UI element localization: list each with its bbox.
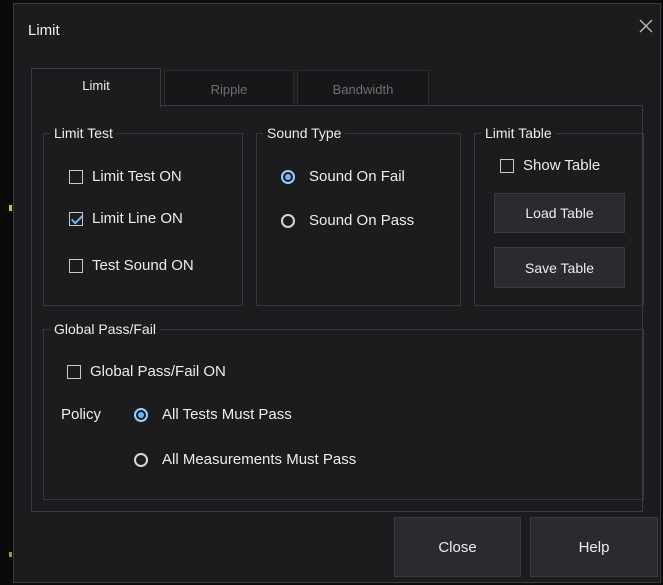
all-tests-must-pass-radio[interactable]: All Tests Must Pass [134,406,292,423]
sound-on-fail-label: Sound On Fail [309,168,405,185]
group-limit-test-legend: Limit Test [54,125,113,141]
sound-on-pass-radio[interactable]: Sound On Pass [281,212,414,229]
group-sound-type-legend: Sound Type [267,125,342,141]
all-measurements-must-pass-radio[interactable]: All Measurements Must Pass [134,451,356,468]
global-pass-fail-on-label: Global Pass/Fail ON [90,363,226,380]
all-measurements-must-pass-label: All Measurements Must Pass [162,451,357,468]
test-sound-on-checkbox[interactable]: Test Sound ON [69,257,194,274]
checkbox-box[interactable] [500,158,514,173]
limit-test-on-checkbox[interactable]: Limit Test ON [69,168,182,185]
checkbox-box[interactable] [67,364,81,379]
sound-on-fail-radio[interactable]: Sound On Fail [281,168,405,185]
sound-on-pass-label: Sound On Pass [309,212,415,229]
close-button[interactable]: Close [394,517,521,577]
all-tests-must-pass-label: All Tests Must Pass [162,406,292,423]
show-table-label: Show Table [523,157,601,174]
radio-button[interactable] [281,169,295,184]
radio-button[interactable] [134,407,148,422]
checkbox-box[interactable] [69,211,83,226]
checkbox-box[interactable] [69,169,83,184]
show-table-checkbox[interactable]: Show Table [500,157,600,174]
checkbox-box[interactable] [69,258,83,273]
tab-content-limit: Limit Test Limit Test ON Limit Line ON T… [31,105,644,512]
tab-limit[interactable]: Limit [31,68,161,107]
limit-test-on-label: Limit Test ON [92,168,182,185]
group-limit-table-legend: Limit Table [485,125,552,141]
save-table-button[interactable]: Save Table [494,247,625,288]
global-pass-fail-on-checkbox[interactable]: Global Pass/Fail ON [67,363,226,380]
help-button[interactable]: Help [530,517,658,577]
test-sound-on-label: Test Sound ON [92,257,194,274]
policy-label: Policy [61,406,102,423]
limit-line-on-checkbox[interactable]: Limit Line ON [69,210,183,227]
group-global-pass-fail-legend: Global Pass/Fail [54,321,156,337]
background-strip [0,0,13,585]
close-icon[interactable] [638,18,654,34]
limit-dialog: Limit Limit Ripple Bandwidth Limit Test … [13,3,661,583]
radio-button[interactable] [134,452,148,467]
background-trace-marker [9,205,12,211]
dialog-title: Limit [28,22,60,39]
tab-bandwidth[interactable]: Bandwidth [297,70,429,106]
background-trace-marker [9,552,12,557]
limit-line-on-label: Limit Line ON [92,210,183,227]
load-table-button[interactable]: Load Table [494,193,625,233]
radio-button[interactable] [281,213,295,228]
tab-bar: Limit Ripple Bandwidth [31,68,643,107]
tab-ripple[interactable]: Ripple [164,70,294,106]
